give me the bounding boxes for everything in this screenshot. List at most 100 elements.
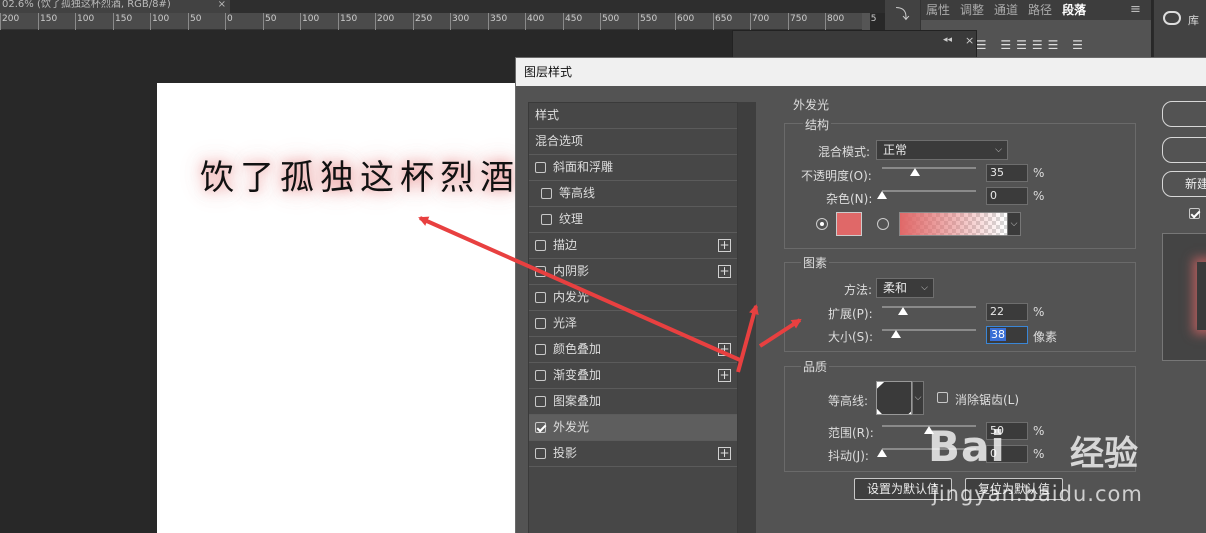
style-list-item[interactable]: 描边 +: [529, 233, 737, 259]
elements-title: 图素: [801, 254, 830, 271]
style-item-label: 光泽: [553, 316, 578, 330]
style-list-scrollbar[interactable]: [738, 102, 756, 533]
style-checkbox[interactable]: [541, 214, 552, 225]
blend-mode-select[interactable]: 正常 ⌵: [876, 140, 1008, 160]
close-icon[interactable]: ×: [965, 34, 974, 47]
floating-panel: ◂◂ ×: [732, 30, 977, 60]
glow-gradient-swatch[interactable]: [899, 212, 1011, 236]
style-list-item[interactable]: 内发光: [529, 285, 737, 311]
ruler-label: 700: [752, 14, 770, 24]
baidu-watermark: Bai 经验 jingyan.baidu.com: [922, 400, 1162, 530]
style-list-item[interactable]: 等高线: [529, 181, 737, 207]
chevron-down-icon: ⌵: [921, 283, 928, 293]
opacity-slider-thumb[interactable]: [909, 168, 920, 176]
panel-tab[interactable]: 路径: [1023, 0, 1057, 20]
contour-label: 等高线:: [828, 394, 869, 408]
ruler-tick: [75, 13, 76, 30]
canvas-glow-text[interactable]: 饮了孤独这杯烈酒: [200, 150, 520, 199]
ruler-tick: [600, 13, 601, 30]
ok-button[interactable]: [1162, 101, 1206, 127]
noise-slider-thumb[interactable]: [877, 191, 887, 199]
ruler-label: 50: [265, 14, 277, 24]
collapse-icon[interactable]: ◂◂: [943, 35, 952, 45]
style-item-label: 描边: [553, 238, 578, 252]
style-list-item[interactable]: 图案叠加: [529, 389, 737, 415]
style-checkbox[interactable]: [535, 370, 546, 381]
ruler-tick: [150, 13, 151, 30]
solid-color-radio[interactable]: [816, 218, 828, 230]
style-checkbox[interactable]: [535, 292, 546, 303]
paragraph-align-icons[interactable]: ☰☰ ☰☰☰☰ ☰: [960, 38, 1088, 52]
ruler-label: 500: [602, 14, 620, 24]
style-list-item[interactable]: 斜面和浮雕: [529, 155, 737, 181]
add-effect-icon[interactable]: +: [718, 265, 731, 278]
outer-glow-title: 外发光: [793, 98, 830, 112]
noise-slider-track[interactable]: [882, 190, 976, 192]
style-checkbox[interactable]: [541, 188, 552, 199]
style-item-label: 外发光: [553, 420, 590, 434]
panel-tab[interactable]: 调整: [955, 0, 989, 20]
size-slider-thumb[interactable]: [891, 330, 902, 338]
style-checkbox[interactable]: [535, 344, 546, 355]
style-checkbox[interactable]: [535, 396, 546, 407]
style-list-item[interactable]: 光泽: [529, 311, 737, 337]
spread-slider-thumb[interactable]: [897, 307, 908, 315]
close-icon[interactable]: ×: [218, 0, 226, 10]
style-checkbox[interactable]: [535, 266, 546, 277]
panel-menu-icon[interactable]: ≡: [1130, 2, 1141, 17]
style-checkbox[interactable]: [535, 422, 546, 433]
chevron-down-icon[interactable]: ⌵: [1007, 212, 1021, 236]
ruler-tick: [300, 13, 301, 30]
gradient-radio[interactable]: [877, 218, 889, 230]
style-item-label: 渐变叠加: [553, 368, 602, 382]
style-list-item[interactable]: 渐变叠加 +: [529, 363, 737, 389]
style-list-item[interactable]: 颜色叠加 +: [529, 337, 737, 363]
ruler-tick: [825, 13, 826, 30]
ruler-tick: [263, 13, 264, 30]
contour-preview[interactable]: [876, 381, 912, 415]
panel-tab[interactable]: 通道: [989, 0, 1023, 20]
style-checkbox[interactable]: [535, 448, 546, 459]
text-options-icon[interactable]: ⤵: [885, 0, 921, 30]
opacity-input[interactable]: 35: [986, 164, 1028, 182]
add-effect-icon[interactable]: +: [718, 239, 731, 252]
style-checkbox[interactable]: [535, 162, 546, 173]
ruler-label: 150: [340, 14, 358, 24]
new-style-button[interactable]: 新建: [1162, 171, 1206, 197]
style-list-item[interactable]: 纹理: [529, 207, 737, 233]
style-preview: [1162, 233, 1206, 361]
horizontal-ruler: 200 150 100 150 100 50 0 50 100 150 200 250 300 350 40…: [0, 13, 876, 30]
ruler-tick: [713, 13, 714, 30]
jitter-slider-thumb[interactable]: [877, 449, 887, 457]
technique-select[interactable]: 柔和 ⌵: [876, 278, 934, 298]
size-input[interactable]: 38: [986, 326, 1028, 344]
watermark-logo: Bai: [928, 422, 1006, 471]
panel-tab[interactable]: 属性: [921, 0, 955, 20]
watermark-logo-cn: 经验: [1070, 434, 1138, 474]
ruler-label: 450: [565, 14, 583, 24]
style-list-item[interactable]: 外发光: [529, 415, 737, 441]
style-list-item[interactable]: 投影 +: [529, 441, 737, 467]
opacity-slider-track[interactable]: [882, 167, 976, 169]
style-list-item[interactable]: 内阴影 +: [529, 259, 737, 285]
style-item-label: 纹理: [559, 212, 584, 226]
ruler-label: 150: [115, 14, 133, 24]
noise-input[interactable]: 0: [986, 187, 1028, 205]
spread-slider-track[interactable]: [882, 306, 976, 308]
add-effect-icon[interactable]: +: [718, 369, 731, 382]
add-effect-icon[interactable]: +: [718, 447, 731, 460]
spread-input[interactable]: 22: [986, 303, 1028, 321]
document-tab-title: 02.6% (饮了孤独这杯烈酒, RGB/8#): [2, 0, 171, 10]
glow-color-swatch[interactable]: [836, 212, 862, 236]
add-effect-icon[interactable]: +: [718, 343, 731, 356]
panel-tab[interactable]: 段落: [1057, 0, 1091, 20]
opacity-label: 不透明度(O):: [801, 169, 872, 183]
document-tab[interactable]: 02.6% (饮了孤独这杯烈酒, RGB/8#) ×: [0, 0, 230, 13]
style-checkbox[interactable]: [535, 318, 546, 329]
style-list-item[interactable]: 样式: [529, 103, 737, 129]
ruler-label: 150: [40, 14, 58, 24]
style-checkbox[interactable]: [535, 240, 546, 251]
cancel-button[interactable]: [1162, 137, 1206, 163]
style-list-item[interactable]: 混合选项: [529, 129, 737, 155]
preview-checkbox[interactable]: [1189, 208, 1200, 219]
